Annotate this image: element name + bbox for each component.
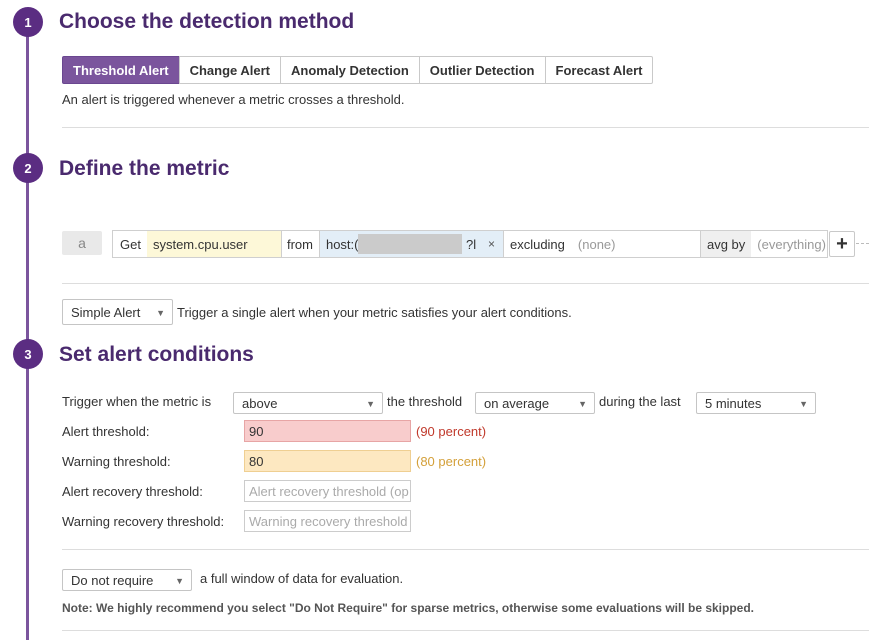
alert-threshold-input[interactable]: 90 <box>244 420 411 442</box>
time-window-select[interactable]: 5 minutes ▼ <box>696 392 816 414</box>
time-window-selected: 5 minutes <box>705 395 762 411</box>
chevron-down-icon: ▼ <box>799 399 808 409</box>
data-window-description: a full window of data for evaluation. <box>200 571 404 586</box>
warning-threshold-percent: (80 percent) <box>416 454 487 469</box>
tab-anomaly-detection[interactable]: Anomaly Detection <box>280 56 420 84</box>
remove-tag-icon[interactable]: × <box>488 231 495 257</box>
divider <box>62 283 869 284</box>
chevron-down-icon: ▼ <box>578 399 587 409</box>
warning-threshold-label: Warning threshold: <box>62 454 171 469</box>
alert-type-description: Trigger a single alert when your metric … <box>177 305 572 320</box>
step-timeline <box>26 20 29 640</box>
add-query-button[interactable]: + <box>829 231 855 257</box>
host-tag-suffix: ?l <box>465 236 477 252</box>
dashed-connector <box>856 243 869 244</box>
aggregation-selected: on average <box>484 395 550 411</box>
tab-threshold-alert[interactable]: Threshold Alert <box>62 56 180 84</box>
metric-name-field[interactable]: system.cpu.user <box>146 231 282 257</box>
avg-by-field[interactable]: (everything) <box>751 231 826 257</box>
section-title-detection-method: Choose the detection method <box>59 10 355 33</box>
alert-threshold-percent: (90 percent) <box>416 424 487 439</box>
divider <box>62 549 869 550</box>
divider <box>62 127 869 128</box>
detection-description: An alert is triggered whenever a metric … <box>62 92 405 107</box>
tab-outlier-detection[interactable]: Outlier Detection <box>418 56 546 84</box>
from-label: from <box>282 231 320 257</box>
warning-recovery-input[interactable]: Warning recovery threshold <box>244 510 411 532</box>
data-window-select[interactable]: Do not require ▼ <box>62 569 192 591</box>
query-letter-badge: a <box>62 231 102 255</box>
excluding-field[interactable]: excluding (none) <box>504 231 701 257</box>
avg-by-label: avg by <box>700 231 752 257</box>
host-tag-field[interactable]: host:( ?l × <box>319 231 504 257</box>
comparator-select[interactable]: above ▼ <box>233 392 383 414</box>
trigger-prefix-label: Trigger when the metric is <box>62 394 212 409</box>
comparator-selected: above <box>242 395 278 411</box>
step-1-badge: 1 <box>13 7 43 37</box>
during-label: during the last <box>599 394 681 409</box>
aggregation-select[interactable]: on average ▼ <box>475 392 595 414</box>
threshold-label: the threshold <box>387 394 463 409</box>
alert-recovery-input[interactable]: Alert recovery threshold (op <box>244 480 411 502</box>
host-tag-prefix: host:( <box>325 236 359 252</box>
warning-threshold-input[interactable]: 80 <box>244 450 411 472</box>
sparse-metrics-note: Note: We highly recommend you select "Do… <box>62 601 755 615</box>
excluding-value: (none) <box>577 236 616 252</box>
chevron-down-icon: ▼ <box>175 576 184 586</box>
step-3-badge: 3 <box>13 339 43 369</box>
alert-type-selected: Simple Alert <box>71 304 141 320</box>
warning-recovery-label: Warning recovery threshold: <box>62 514 225 529</box>
tab-change-alert[interactable]: Change Alert <box>178 56 282 84</box>
section-title-define-metric: Define the metric <box>59 157 230 180</box>
divider <box>62 630 869 631</box>
chevron-down-icon: ▼ <box>156 308 165 318</box>
metric-query-editor: Get system.cpu.user from host:( ?l × exc… <box>112 230 828 258</box>
step-2-badge: 2 <box>13 153 43 183</box>
redacted-host-name <box>357 234 462 254</box>
get-label: Get <box>120 236 141 252</box>
chevron-down-icon: ▼ <box>366 399 375 409</box>
excluding-label: excluding <box>509 236 565 252</box>
section-title-alert-conditions: Set alert conditions <box>59 343 254 366</box>
data-window-selected: Do not require <box>71 572 154 588</box>
alert-type-select[interactable]: Simple Alert ▼ <box>62 299 173 325</box>
alert-threshold-label: Alert threshold: <box>62 424 150 439</box>
detection-method-tabs: Threshold Alert Change Alert Anomaly Det… <box>62 56 654 84</box>
tab-forecast-alert[interactable]: Forecast Alert <box>544 56 654 84</box>
alert-recovery-label: Alert recovery threshold: <box>62 484 203 499</box>
